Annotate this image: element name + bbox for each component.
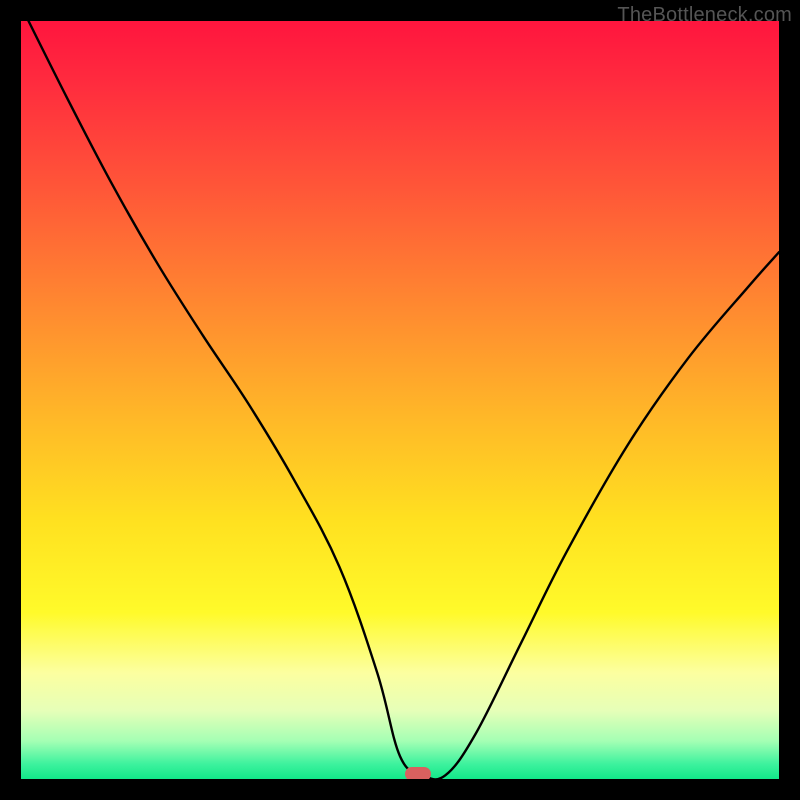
bottleneck-curve (21, 21, 779, 779)
chart-frame: TheBottleneck.com (0, 0, 800, 800)
plot-area (21, 21, 779, 779)
watermark-text: TheBottleneck.com (617, 4, 792, 27)
curve-svg (21, 21, 779, 779)
optimum-marker (405, 767, 431, 779)
